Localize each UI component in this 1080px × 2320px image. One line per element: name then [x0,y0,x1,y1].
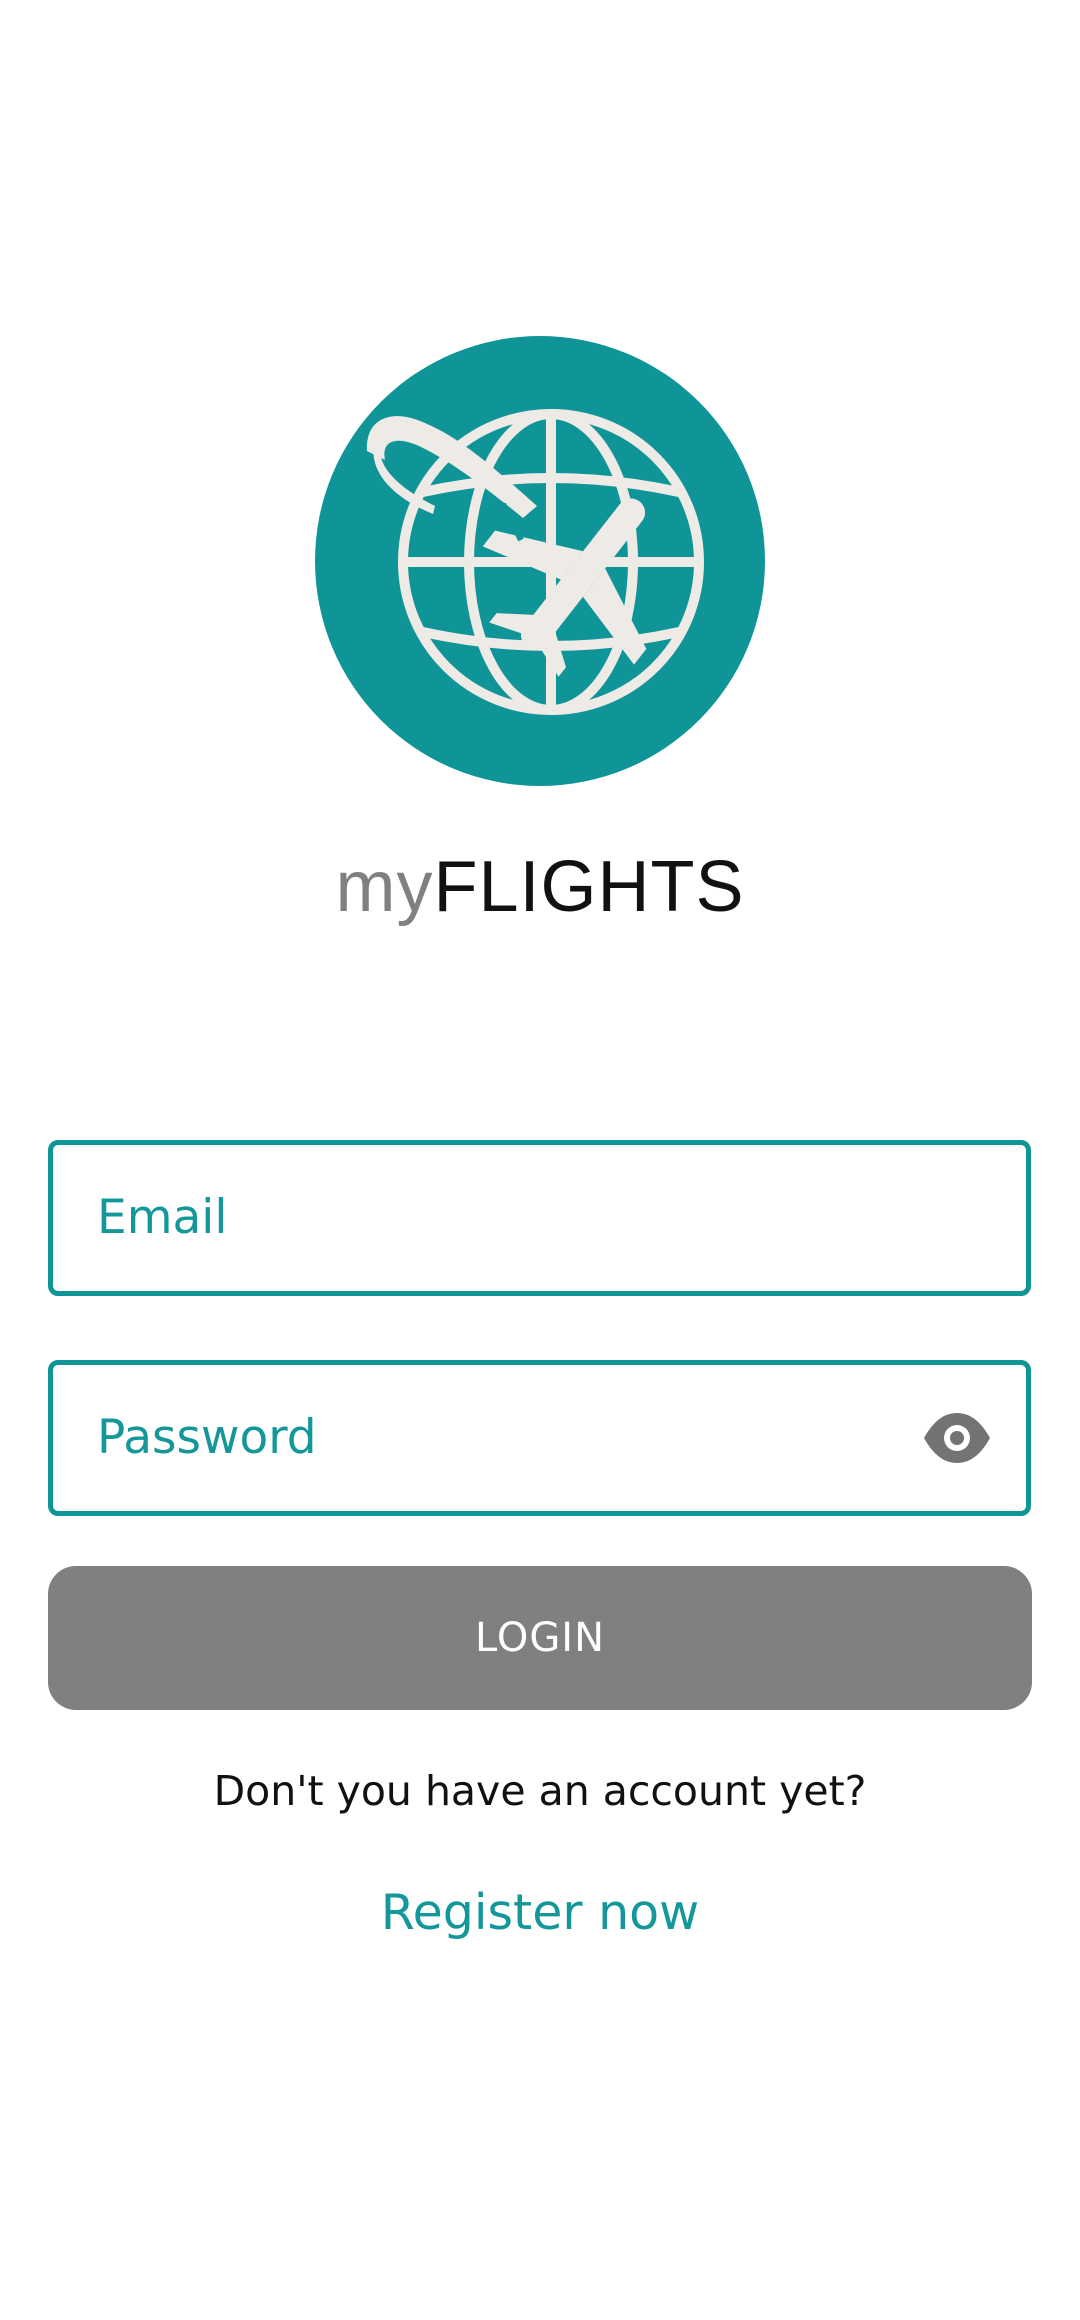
password-placeholder: Password [97,1410,317,1465]
register-now-link[interactable]: Register now [0,1878,1080,1948]
login-button[interactable]: LOGIN [48,1566,1032,1710]
app-title: myFLIGHTS [0,842,1080,932]
app-title-prefix: my [335,847,434,927]
eye-icon[interactable] [922,1411,992,1465]
globe-airplane-icon [315,336,765,786]
email-field[interactable]: Email [48,1140,1031,1296]
password-field[interactable]: Password [48,1360,1031,1516]
app-title-suffix: FLIGHTS [433,847,745,927]
no-account-text: Don't you have an account yet? [213,1767,867,1815]
app-logo [315,336,765,786]
email-placeholder: Email [97,1190,228,1245]
